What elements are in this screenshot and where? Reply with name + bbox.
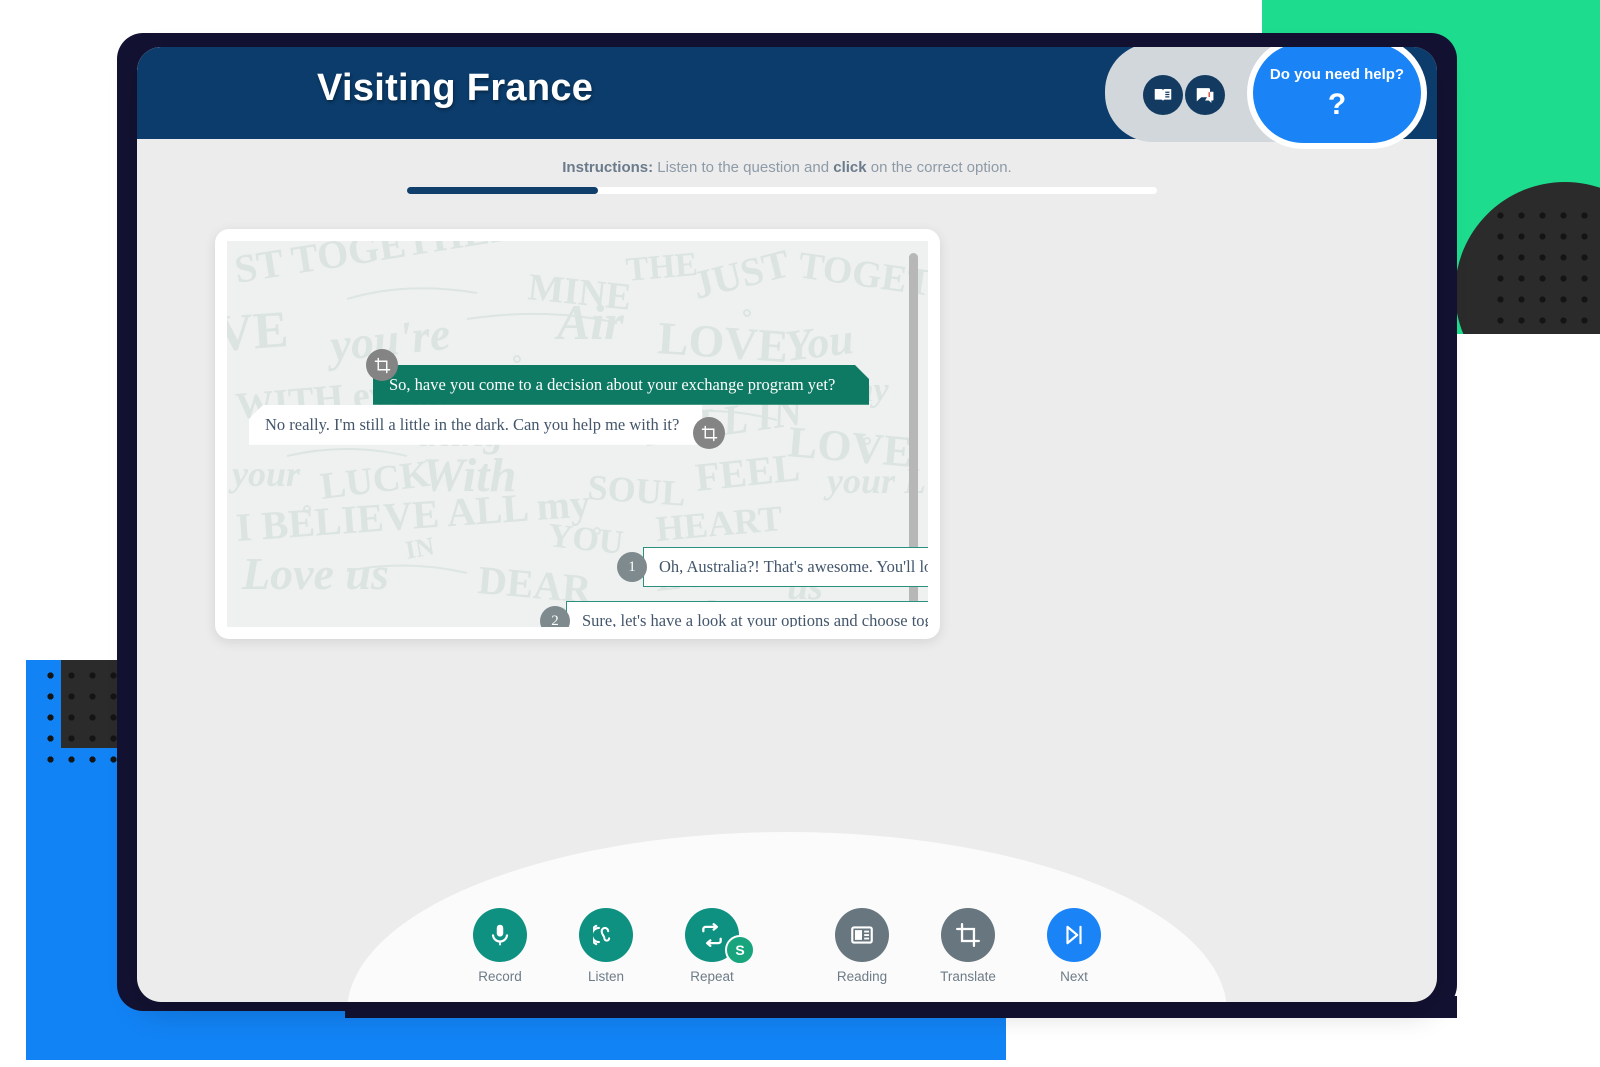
svg-text:LOVE: LOVE [656, 312, 790, 372]
listen-label: Listen [587, 969, 625, 984]
reading-icon [835, 908, 889, 962]
message-bubble-question: So, have you come to a decision about yo… [373, 365, 869, 405]
record-label: Record [478, 969, 522, 984]
svg-text:VE: VE [227, 301, 290, 363]
svg-text:your: your [228, 454, 301, 494]
option-number-1: 1 [617, 552, 647, 582]
answer-option-1[interactable]: 1 Oh, Australia?! That's awesome. You'll… [617, 547, 928, 587]
svg-text:You: You [782, 314, 856, 371]
progress-bar-track [407, 187, 1157, 194]
conversation-area: ST TOGETHER MINE THE JUST TOGETHER VE yo… [227, 241, 928, 627]
option-number-2: 2 [540, 606, 570, 627]
svg-text:THE: THE [624, 246, 699, 289]
repeat-speed-badge[interactable]: S [725, 935, 755, 965]
crop-icon-3 [941, 908, 995, 962]
next-label: Next [1060, 969, 1088, 984]
question-mark-icon: ? [1327, 87, 1347, 121]
translate-label: Translate [940, 969, 996, 984]
translate-button[interactable]: Translate [928, 908, 1008, 984]
page-root: Visiting France Do you need help? ? Inst… [0, 0, 1600, 1067]
svg-text:Love us: Love us [241, 548, 389, 599]
crop-icon[interactable] [366, 349, 398, 381]
ear-icon [579, 908, 633, 962]
option-text-1[interactable]: Oh, Australia?! That's awesome. You'll l… [643, 547, 928, 587]
progress-bar-fill [407, 187, 599, 194]
reading-label: Reading [836, 969, 888, 984]
instructions-text: Instructions: Listen to the question and… [137, 159, 1437, 176]
help-button[interactable]: Do you need help? ? [1253, 47, 1421, 143]
instructions-prefix: Instructions: [562, 159, 654, 176]
instructions-part2: on the correct option. [866, 159, 1012, 176]
repeat-label: Repeat [690, 969, 734, 984]
dot-grid-pattern [1490, 205, 1600, 334]
help-button-label: Do you need help? [1269, 65, 1405, 83]
app-window: Visiting France Do you need help? ? Inst… [137, 47, 1437, 1002]
book-icon[interactable] [1143, 75, 1183, 115]
page-title: Visiting France [317, 67, 594, 109]
answer-option-2[interactable]: 2 Sure, let's have a look at your option… [540, 601, 928, 627]
record-button[interactable]: Record [460, 908, 540, 984]
crop-icon-2[interactable] [693, 417, 725, 449]
action-toolbar: Record Listen S Repeat Reading Translate… [137, 908, 1437, 984]
chat-icon[interactable] [1185, 75, 1225, 115]
next-button[interactable]: Next [1034, 908, 1114, 984]
reading-button[interactable]: Reading [822, 908, 902, 984]
option-text-2[interactable]: Sure, let's have a look at your options … [566, 601, 928, 627]
message-bubble-answer: No really. I'm still a little in the dar… [249, 405, 702, 445]
exercise-card: ST TOGETHER MINE THE JUST TOGETHER VE yo… [215, 229, 940, 639]
skip-next-icon [1047, 908, 1101, 962]
microphone-icon [473, 908, 527, 962]
listen-button[interactable]: Listen [566, 908, 646, 984]
instructions-emphasis: click [833, 159, 867, 176]
repeat-icon: S [685, 908, 755, 965]
repeat-button[interactable]: S Repeat [672, 908, 755, 984]
instructions-part1: Listen to the question and [653, 159, 834, 176]
svg-text:YOU: YOU [546, 517, 625, 562]
svg-text:IN: IN [403, 531, 437, 565]
